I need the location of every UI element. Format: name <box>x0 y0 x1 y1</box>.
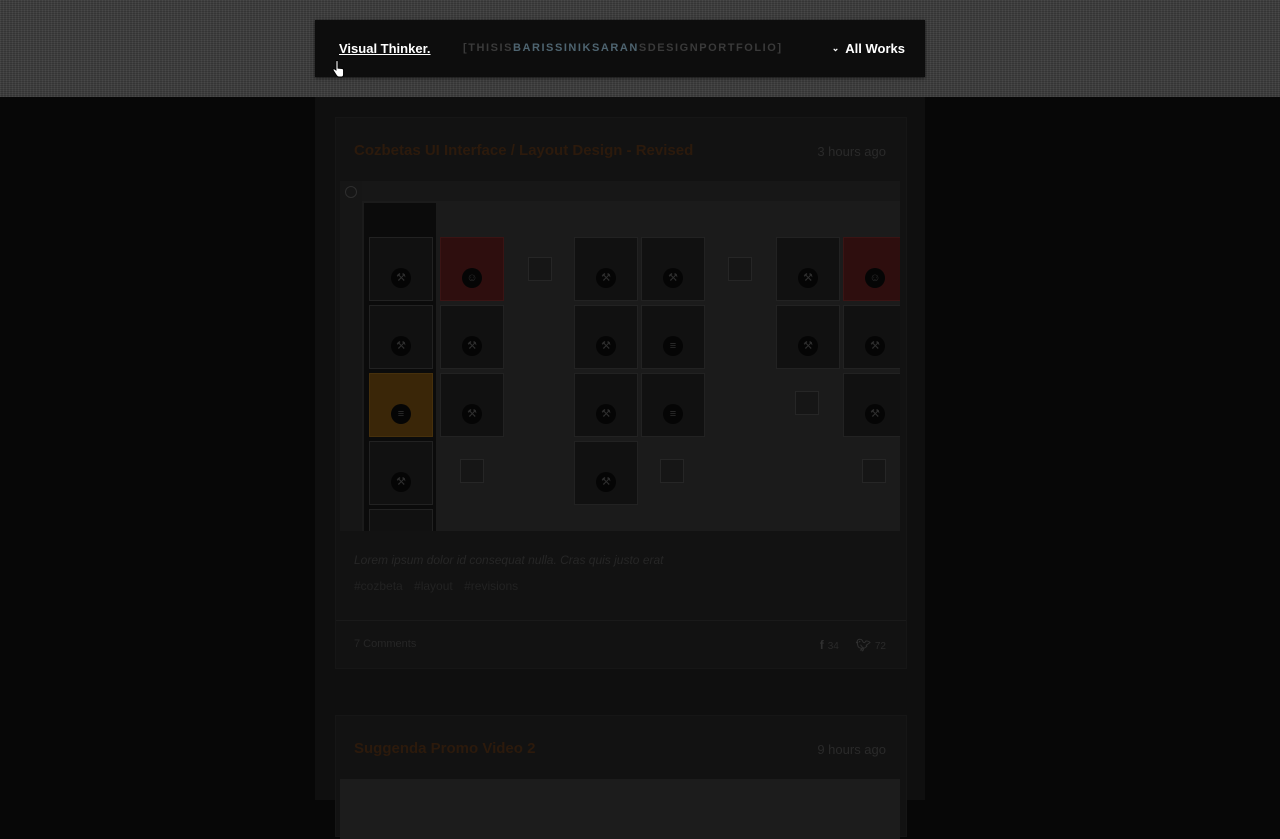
screenshot-empty-slot <box>795 391 819 415</box>
screenshot-card: ⚒ <box>574 373 638 437</box>
all-works-dropdown[interactable]: ⌄ All Works <box>832 41 905 56</box>
wrench-icon: ⚒ <box>865 336 885 356</box>
tagline: [THISISBARISSINIKSARANSDESIGNPORTFOLIO] <box>463 42 783 54</box>
post-excerpt: Lorem ipsum dolor id consequat nulla. Cr… <box>354 553 664 567</box>
all-works-label: All Works <box>845 41 905 56</box>
screenshot-card: ⚒ <box>369 305 433 369</box>
wrench-icon: ⚒ <box>391 336 411 356</box>
chevron-down-icon: ⌄ <box>831 43 840 53</box>
screenshot-card: ⚒ <box>776 305 840 369</box>
twitter-share[interactable]: 🐦︎ 72 <box>855 638 886 652</box>
wrench-icon: ⚒ <box>462 404 482 424</box>
wrench-icon: ⚒ <box>663 268 683 288</box>
post-footer-divider <box>336 620 906 621</box>
screenshot-card: ⚒ <box>440 305 504 369</box>
users-icon: ☺ <box>462 268 482 288</box>
tagline-bracket-close: ] <box>777 42 783 54</box>
facebook-count: 34 <box>827 641 839 652</box>
post-timestamp: 3 hours ago <box>817 144 886 159</box>
tagline-part2: SDESIGNPORTFOLIO <box>638 42 778 54</box>
screenshot-empty-slot <box>862 459 886 483</box>
screenshot-empty-slot <box>660 459 684 483</box>
share-counts: f 34 🐦︎ 72 <box>806 638 886 652</box>
screenshot-card: ⚒ <box>843 373 900 437</box>
screenshot-card: ⚒ <box>369 441 433 505</box>
facebook-share[interactable]: f 34 <box>819 638 839 652</box>
wrench-icon: ⚒ <box>596 404 616 424</box>
screenshot-card: ⚒ <box>843 305 900 369</box>
post-card: Cozbetas UI Interface / Layout Design - … <box>335 117 907 669</box>
post-tags: #cozbeta #layout #revisions <box>354 579 526 593</box>
list-icon: ≡ <box>391 404 411 424</box>
screenshot-card <box>369 509 433 531</box>
wrench-icon: ⚒ <box>391 472 411 492</box>
wrench-icon: ⚒ <box>596 268 616 288</box>
screenshot-empty-slot <box>528 257 552 281</box>
twitter-icon: 🐦︎ <box>855 638 871 652</box>
screenshot-logo-icon <box>345 186 357 198</box>
wrench-icon: ⚒ <box>865 404 885 424</box>
screenshot-card: ⚒ <box>574 305 638 369</box>
screenshot-card: ≡ <box>641 373 705 437</box>
screenshot-card: ⚒ <box>440 373 504 437</box>
screenshot-empty-slot <box>460 459 484 483</box>
wrench-icon: ⚒ <box>596 472 616 492</box>
tagline-part1: THISIS <box>468 42 513 54</box>
wrench-icon: ⚒ <box>462 336 482 356</box>
brand-link[interactable]: Visual Thinker. <box>339 41 431 56</box>
post-title[interactable]: Suggenda Promo Video 2 <box>354 740 535 757</box>
screenshot-card: ≡ <box>369 373 433 437</box>
screenshot-card: ⚒ <box>776 237 840 301</box>
wrench-icon: ⚒ <box>596 336 616 356</box>
post-screenshot[interactable] <box>340 779 900 839</box>
screenshot-card: ⚒ <box>574 441 638 505</box>
screenshot-card: ☺ <box>843 237 900 301</box>
list-icon: ≡ <box>663 336 683 356</box>
comments-link[interactable]: 7 Comments <box>354 638 416 650</box>
facebook-icon: f <box>819 638 824 652</box>
tagline-name: BARISSINIKSARAN <box>512 42 639 54</box>
tag-link[interactable]: #cozbeta <box>354 579 403 593</box>
post-card: Suggenda Promo Video 2 9 hours ago <box>335 715 907 839</box>
screenshot-topbar <box>362 181 900 201</box>
screenshot-card: ≡ <box>641 305 705 369</box>
users-icon: ☺ <box>865 268 885 288</box>
screenshot-card: ⚒ <box>574 237 638 301</box>
screenshot-card: ⚒ <box>369 237 433 301</box>
screenshot-left-rail <box>340 181 362 531</box>
top-navigation-bar: Visual Thinker. [THISISBARISSINIKSARANSD… <box>315 20 925 77</box>
post-screenshot[interactable]: ⚒ ⚒ ≡ ⚒ ☺ ⚒ ⚒ ⚒ ⚒ ⚒ ⚒ ⚒ ≡ ≡ ⚒ ⚒ ☺ ⚒ ⚒ <box>340 181 900 531</box>
hand-cursor-icon <box>332 60 344 78</box>
list-icon: ≡ <box>663 404 683 424</box>
wrench-icon: ⚒ <box>798 268 818 288</box>
twitter-count: 72 <box>874 641 886 652</box>
screenshot-empty-slot <box>728 257 752 281</box>
wrench-icon: ⚒ <box>391 268 411 288</box>
wrench-icon: ⚒ <box>798 336 818 356</box>
post-timestamp: 9 hours ago <box>817 742 886 757</box>
post-title[interactable]: Cozbetas UI Interface / Layout Design - … <box>354 142 693 159</box>
screenshot-card: ☺ <box>440 237 504 301</box>
tag-link[interactable]: #layout <box>414 579 453 593</box>
tag-link[interactable]: #revisions <box>464 579 518 593</box>
screenshot-card: ⚒ <box>641 237 705 301</box>
